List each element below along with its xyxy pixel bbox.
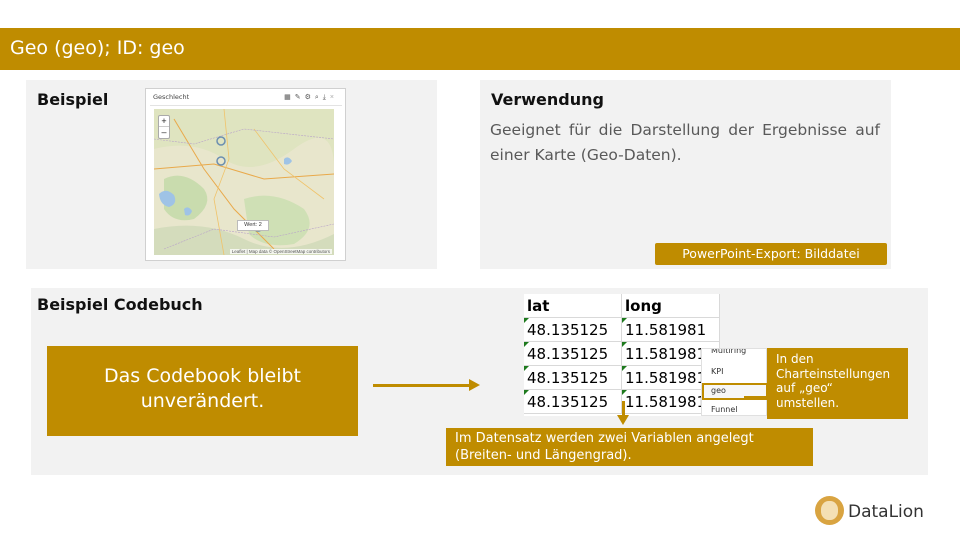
cell-lat[interactable]: 48.135125	[524, 342, 622, 366]
logo-text: DataLion	[848, 502, 924, 522]
codebook-box-text: Das Codebook bleibt unverändert.	[103, 365, 302, 412]
map-widget-header: Geschlecht ▦✎⚙⌕⤓×	[150, 92, 342, 106]
map-attribution[interactable]: Leaflet | Map data © OpenStreetMap contr…	[229, 249, 332, 254]
column-header-long: long	[622, 294, 720, 318]
download-icon[interactable]: ⤓	[323, 94, 330, 101]
cell-marker	[524, 318, 529, 323]
cell-lat[interactable]: 48.135125	[524, 366, 622, 390]
column-header-lat: lat	[524, 294, 622, 318]
arrow-right	[373, 384, 471, 387]
cell-value: 11.581981	[625, 345, 707, 363]
chart-type-dropdown[interactable]: Multiring KPI geo Funnel	[701, 348, 768, 416]
cell-marker	[622, 390, 627, 395]
dataset-sheet: lat long 48.135125 11.581981 48.135125 1…	[524, 294, 720, 416]
dropdown-item-kpi[interactable]: KPI	[711, 367, 723, 376]
cell-marker	[524, 342, 529, 347]
dropdown-item-funnel[interactable]: Funnel	[711, 405, 738, 414]
map-tooltip: Wert: 2	[237, 220, 269, 231]
beispiel-heading: Beispiel	[37, 90, 109, 109]
cell-long[interactable]: 11.581981	[622, 318, 720, 342]
zoom-in-button[interactable]: +	[159, 116, 169, 127]
cell-marker	[524, 366, 529, 371]
cell-value: 11.581981	[625, 321, 707, 339]
slide-title-bar: Geo (geo); ID: geo	[0, 28, 960, 70]
callout-chart-settings: In den Charteinstellungen auf „geo“ umst…	[767, 348, 908, 419]
map-widget-toolbar: ▦✎⚙⌕⤓×	[284, 93, 338, 102]
cell-value: 48.135125	[527, 369, 609, 387]
cell-value: 48.135125	[527, 345, 609, 363]
map-canvas[interactable]: + – Wert: 2 Leaflet | Map data © OpenStr…	[154, 109, 334, 255]
codebuch-heading: Beispiel Codebuch	[37, 295, 203, 314]
table-icon[interactable]: ▦	[284, 94, 295, 101]
cell-value: 48.135125	[527, 321, 609, 339]
map-tiles	[154, 109, 334, 255]
map-widget-title: Geschlecht	[153, 93, 190, 101]
arrow-right-head	[469, 379, 480, 391]
verwendung-heading: Verwendung	[491, 90, 604, 109]
export-badge: PowerPoint-Export: Bilddatei	[655, 243, 887, 265]
dropdown-item-geo: geo	[711, 386, 726, 395]
verwendung-text: Geeignet für die Darstellung der Ergebni…	[490, 121, 880, 164]
lion-icon	[815, 496, 844, 525]
cell-lat[interactable]: 48.135125	[524, 390, 622, 414]
slide-title: Geo (geo); ID: geo	[10, 37, 185, 59]
pencil-icon[interactable]: ✎	[295, 94, 305, 101]
cell-value: 48.135125	[527, 393, 609, 411]
cell-marker	[622, 366, 627, 371]
cell-value: 11.581981	[625, 369, 707, 387]
dropdown-item-multiring[interactable]: Multiring	[711, 349, 746, 358]
zoom-out-button[interactable]: –	[159, 127, 169, 138]
callout-connector	[744, 396, 767, 398]
cell-marker	[622, 318, 627, 323]
arrow-down-head	[617, 415, 629, 425]
cell-value: 11.581981	[625, 393, 707, 411]
gear-icon[interactable]: ⚙	[305, 94, 315, 101]
map-zoom-control: + –	[158, 115, 170, 139]
close-icon[interactable]: ×	[330, 94, 338, 101]
codebook-box: Das Codebook bleibt unverändert.	[47, 346, 358, 436]
callout-variables: Im Datensatz werden zwei Variablen angel…	[446, 428, 813, 466]
cell-marker	[524, 390, 529, 395]
cell-marker	[622, 342, 627, 347]
map-widget: Geschlecht ▦✎⚙⌕⤓× + – Wert: 2 Leaflet | …	[145, 88, 346, 261]
cell-lat[interactable]: 48.135125	[524, 318, 622, 342]
zoom-icon[interactable]: ⌕	[315, 94, 323, 101]
